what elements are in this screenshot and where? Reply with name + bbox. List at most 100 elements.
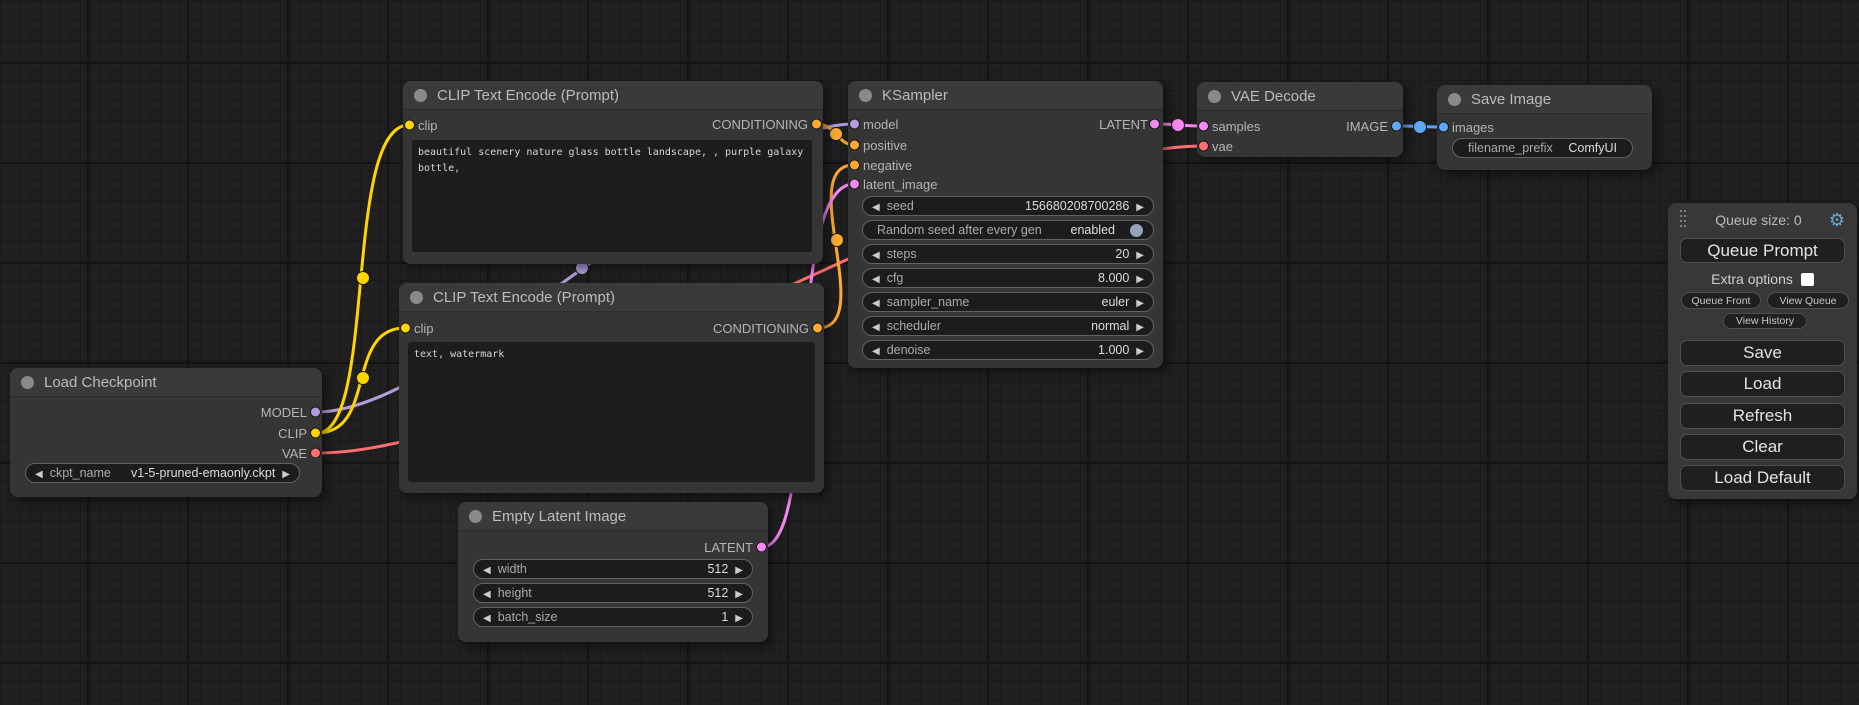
latent-slot-dot[interactable] [849,179,860,190]
collapse-dot-icon[interactable] [469,510,482,523]
seed-widget[interactable]: seed 156680208700286 [862,196,1154,216]
queue-prompt-button[interactable]: Queue Prompt [1680,238,1845,263]
extra-options-checkbox[interactable] [1801,273,1814,286]
increment-arrow-icon[interactable] [735,610,743,624]
decrement-arrow-icon[interactable] [483,562,491,576]
decrement-arrow-icon[interactable] [872,271,880,285]
save-button[interactable]: Save [1680,340,1845,366]
node-title-bar[interactable]: VAE Decode [1197,82,1403,111]
node-title: Save Image [1471,91,1551,108]
clip-slot-dot[interactable] [310,428,321,439]
filename-prefix-widget[interactable]: filename_prefix ComfyUI [1452,138,1633,158]
load-button[interactable]: Load [1680,371,1845,397]
denoise-widget[interactable]: denoise 1.000 [862,340,1154,360]
latent-slot-dot[interactable] [756,542,767,553]
node-save-image[interactable]: Save Image images filename_prefix ComfyU… [1437,85,1652,170]
load-default-button[interactable]: Load Default [1680,465,1845,491]
toggle-dot-icon[interactable] [1129,223,1144,238]
node-title-bar[interactable]: KSampler [848,81,1163,110]
increment-arrow-icon[interactable] [735,562,743,576]
model-slot-dot[interactable] [310,407,321,418]
scheduler-widget[interactable]: scheduler normal [862,316,1154,336]
decrement-arrow-icon[interactable] [872,319,880,333]
view-queue-button[interactable]: View Queue [1767,292,1849,309]
conditioning-slot-dot[interactable] [849,140,860,151]
positive-prompt-textarea[interactable]: beautiful scenery nature glass bottle la… [412,140,812,252]
decrement-arrow-icon[interactable] [35,466,43,480]
node-title-bar[interactable]: CLIP Text Encode (Prompt) [403,81,823,110]
increment-arrow-icon[interactable] [282,466,290,480]
image-slot-dot[interactable] [1438,122,1449,133]
latent-slot-dot[interactable] [1149,119,1160,130]
increment-arrow-icon[interactable] [1136,271,1144,285]
ckpt-name-widget[interactable]: ckpt_name v1-5-pruned-emaonly.ckpt [25,463,300,483]
collapse-dot-icon[interactable] [1448,93,1461,106]
node-vae-decode[interactable]: VAE Decode samples vae IMAGE [1197,82,1403,157]
increment-arrow-icon[interactable] [1136,247,1144,261]
node-title: CLIP Text Encode (Prompt) [433,289,615,306]
width-widget[interactable]: width 512 [473,559,753,579]
decrement-arrow-icon[interactable] [872,343,880,357]
collapse-dot-icon[interactable] [1208,90,1221,103]
decrement-arrow-icon[interactable] [872,295,880,309]
node-clip-text-encode-negative[interactable]: CLIP Text Encode (Prompt) clip CONDITION… [399,283,824,493]
queue-front-button[interactable]: Queue Front [1681,292,1761,309]
increment-arrow-icon[interactable] [735,586,743,600]
collapse-dot-icon[interactable] [859,89,872,102]
node-title-bar[interactable]: Load Checkpoint [10,368,322,397]
decrement-arrow-icon[interactable] [872,199,880,213]
conditioning-slot-dot[interactable] [849,160,860,171]
collapse-dot-icon[interactable] [414,89,427,102]
node-load-checkpoint[interactable]: Load Checkpoint MODEL CLIP VAE ckpt_name… [10,368,322,497]
image-slot-dot[interactable] [1391,121,1402,132]
extra-options-label: Extra options [1711,271,1793,287]
clear-button[interactable]: Clear [1680,434,1845,460]
queue-menu-panel[interactable]: Queue size: 0 ⚙ Queue Prompt Extra optio… [1668,203,1857,499]
batch-size-widget[interactable]: batch_size 1 [473,607,753,627]
widget-label: batch_size [498,610,558,624]
conditioning-slot-dot[interactable] [812,323,823,334]
node-empty-latent-image[interactable]: Empty Latent Image LATENT width 512 heig… [458,502,768,642]
collapse-dot-icon[interactable] [410,291,423,304]
vae-slot-dot[interactable] [1198,141,1209,152]
node-title-bar[interactable]: Save Image [1437,85,1652,114]
slot-label: LATENT [704,540,753,555]
widget-label: scheduler [887,319,941,333]
sampler-name-widget[interactable]: sampler_name euler [862,292,1154,312]
widget-label: steps [887,247,917,261]
refresh-button[interactable]: Refresh [1680,403,1845,429]
node-graph-canvas[interactable]: Load Checkpoint MODEL CLIP VAE ckpt_name… [0,0,1859,705]
slot-label: VAE [282,446,307,461]
input-slot-vae: vae [1197,137,1403,155]
widget-value: enabled [1071,223,1116,237]
input-slot-images: images [1437,118,1652,136]
steps-widget[interactable]: steps 20 [862,244,1154,264]
collapse-dot-icon[interactable] [21,376,34,389]
node-title-bar[interactable]: CLIP Text Encode (Prompt) [399,283,824,312]
increment-arrow-icon[interactable] [1136,295,1144,309]
increment-arrow-icon[interactable] [1136,199,1144,213]
decrement-arrow-icon[interactable] [872,247,880,261]
node-title-bar[interactable]: Empty Latent Image [458,502,768,531]
widget-label: ckpt_name [50,466,111,480]
view-history-button[interactable]: View History [1723,313,1807,329]
output-slot-vae: VAE [10,444,322,462]
widget-label: filename_prefix [1462,141,1553,155]
gear-icon[interactable]: ⚙ [1829,211,1845,229]
node-title: CLIP Text Encode (Prompt) [437,87,619,104]
height-widget[interactable]: height 512 [473,583,753,603]
negative-prompt-textarea[interactable]: text, watermark [408,342,815,482]
node-ksampler[interactable]: KSampler model positive negative latent_… [848,81,1163,368]
vae-slot-dot[interactable] [310,448,321,459]
drag-handle-icon[interactable] [1680,210,1688,230]
increment-arrow-icon[interactable] [1136,319,1144,333]
increment-arrow-icon[interactable] [1136,343,1144,357]
widget-value: v1-5-pruned-emaonly.ckpt [131,466,275,480]
slot-label: positive [863,138,907,153]
conditioning-slot-dot[interactable] [811,119,822,130]
decrement-arrow-icon[interactable] [483,586,491,600]
random-seed-widget[interactable]: Random seed after every gen enabled [862,220,1154,240]
cfg-widget[interactable]: cfg 8.000 [862,268,1154,288]
node-clip-text-encode-positive[interactable]: CLIP Text Encode (Prompt) clip CONDITION… [403,81,823,264]
decrement-arrow-icon[interactable] [483,610,491,624]
